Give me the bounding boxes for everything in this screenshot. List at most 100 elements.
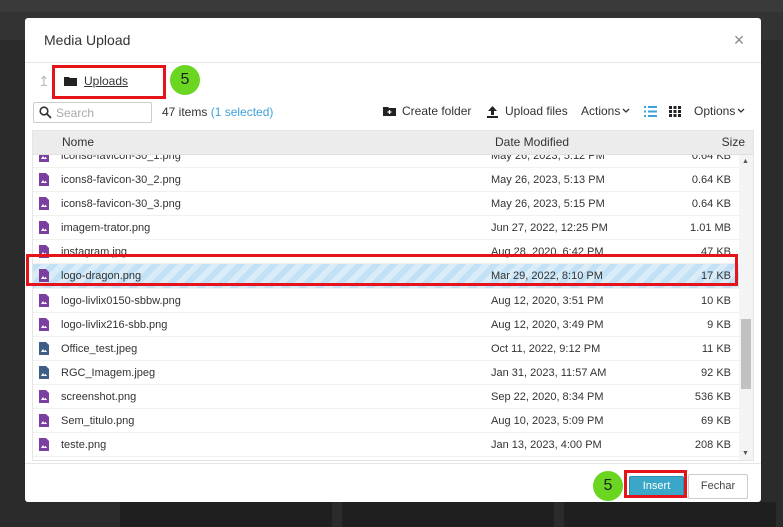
file-date-modified: May 26, 2023, 5:12 PM [491, 155, 605, 162]
file-date-modified: Jan 13, 2023, 4:00 PM [491, 439, 602, 452]
column-size[interactable]: Size [722, 135, 745, 149]
fechar-button[interactable]: Fechar [688, 474, 748, 499]
image-file-icon [39, 414, 49, 428]
file-date-modified: Aug 12, 2020, 3:51 PM [491, 294, 604, 307]
file-list: Nome Date Modified Size icons8-favicon-3… [32, 130, 754, 461]
file-size: 92 KB [701, 366, 731, 379]
create-folder-button[interactable]: Create folder [383, 104, 471, 118]
image-file-icon [39, 341, 49, 355]
highlight-box [52, 65, 166, 99]
search-box[interactable] [33, 102, 152, 123]
file-date-modified: Sep 22, 2020, 8:34 PM [491, 390, 604, 403]
file-name: screenshot.png [61, 390, 137, 403]
background-panel [564, 502, 776, 527]
file-size: 0.64 KB [691, 174, 731, 187]
background-panel [342, 502, 554, 527]
list-view-icon[interactable] [644, 106, 657, 117]
selected-count-label: (1 selected) [210, 105, 274, 119]
file-row[interactable]: RGC_Imagem.jpeg Jan 31, 2023, 11:57 AM 92 … [33, 361, 739, 385]
file-row[interactable]: Office_test.jpeg Oct 11, 2022, 9:12 PM 11 … [33, 337, 739, 361]
step-badge: 5 [593, 471, 623, 501]
image-file-icon [39, 155, 49, 162]
file-name: icons8-favicon-30_2.png [61, 174, 181, 187]
background-panel [120, 502, 332, 527]
file-rows-inner: icons8-favicon-30_1.png May 26, 2023, 5:1… [33, 155, 739, 460]
search-icon [39, 106, 52, 119]
scrollbar[interactable]: ▲ ▼ [739, 155, 753, 460]
new-folder-icon [383, 107, 396, 116]
media-upload-dialog: Media Upload × ↥ Uploads 5 47 items (1 s… [25, 18, 761, 502]
file-size: 208 KB [694, 439, 731, 452]
image-file-icon [39, 317, 49, 331]
column-date-modified[interactable]: Date Modified [495, 135, 569, 149]
highlight-box [624, 470, 687, 498]
file-name: teste.png [61, 439, 107, 452]
step-badge: 5 [170, 65, 200, 95]
file-size: 0.64 KB [691, 198, 731, 211]
upload-files-label: Upload files [505, 104, 568, 118]
image-file-icon [39, 438, 49, 452]
options-dropdown[interactable]: Options [694, 104, 745, 118]
file-date-modified: Aug 12, 2020, 3:49 PM [491, 318, 604, 331]
grid-view-icon[interactable] [669, 106, 681, 117]
file-date-modified: Oct 11, 2022, 9:12 PM [491, 342, 601, 355]
file-name: Office_test.jpeg [61, 342, 138, 355]
file-name: Sem_titulo.png [61, 415, 135, 428]
dialog-header: Media Upload × [25, 18, 761, 63]
chevron-down-icon [737, 108, 745, 113]
file-date-modified: Aug 10, 2023, 5:09 PM [491, 415, 604, 428]
chevron-down-icon [622, 108, 630, 113]
file-size: 0.64 KB [691, 155, 731, 162]
up-folder-icon[interactable]: ↥ [38, 73, 50, 90]
image-file-icon [39, 389, 49, 403]
highlight-box [26, 254, 738, 286]
scroll-down-icon[interactable]: ▼ [742, 450, 749, 457]
item-count: 47 items (1 selected) [162, 105, 273, 119]
scroll-up-icon[interactable]: ▲ [742, 158, 749, 165]
file-row[interactable]: Sem_titulo.png Aug 10, 2023, 5:09 PM 69 KB [33, 409, 739, 434]
actions-dropdown[interactable]: Actions [581, 104, 630, 118]
file-name: RGC_Imagem.jpeg [61, 366, 156, 379]
file-row[interactable]: icons8-favicon-30_2.png May 26, 2023, 5:1… [33, 168, 739, 193]
file-date-modified: May 26, 2023, 5:15 PM [491, 198, 605, 211]
file-row[interactable]: screenshot.png Sep 22, 2020, 8:34 PM 536 K… [33, 385, 739, 410]
actions-label: Actions [581, 104, 621, 118]
file-size: 536 KB [694, 390, 731, 403]
file-row[interactable]: logo-livlix216-sbb.png Aug 12, 2020, 3:49… [33, 313, 739, 337]
file-row[interactable] [33, 457, 739, 460]
search-input[interactable] [56, 105, 148, 120]
file-date-modified: Jun 27, 2022, 12:25 PM [491, 222, 608, 235]
file-rows: icons8-favicon-30_1.png May 26, 2023, 5:1… [33, 155, 739, 460]
file-name: imagem-trator.png [61, 222, 151, 235]
file-row[interactable]: teste.png Jan 13, 2023, 4:00 PM 208 KB [33, 433, 739, 458]
background-top-bar [0, 0, 783, 12]
file-size: 9 KB [707, 318, 731, 331]
file-list-header: Nome Date Modified Size [33, 131, 753, 155]
file-size: 10 KB [701, 294, 731, 307]
upload-files-button[interactable]: Upload files [486, 104, 568, 118]
image-file-icon [39, 365, 49, 379]
create-folder-label: Create folder [402, 104, 472, 118]
file-row[interactable]: icons8-favicon-30_1.png May 26, 2023, 5:1… [33, 155, 739, 169]
toolbar: 47 items (1 selected) Create folder Uplo… [25, 102, 761, 126]
file-name: logo-livlix216-sbb.png [61, 318, 168, 331]
close-icon[interactable]: × [731, 30, 747, 51]
scrollbar-thumb[interactable] [741, 319, 751, 389]
file-row[interactable]: imagem-trator.png Jun 27, 2022, 12:25 PM 1… [33, 216, 739, 241]
file-row[interactable]: logo-livlix0150-sbbw.png Aug 12, 2020, 3:… [33, 289, 739, 313]
dialog-title: Media Upload [44, 32, 131, 48]
column-name[interactable]: Nome [62, 135, 94, 149]
image-file-icon [39, 173, 49, 187]
image-file-icon [39, 221, 49, 235]
file-size: 69 KB [701, 415, 731, 428]
upload-icon [487, 105, 498, 118]
file-date-modified: Jan 31, 2023, 11:57 AM [491, 366, 607, 379]
file-name: logo-livlix0150-sbbw.png [61, 294, 181, 307]
file-row[interactable]: icons8-favicon-30_3.png May 26, 2023, 5:1… [33, 192, 739, 217]
image-file-icon [39, 293, 49, 307]
image-file-icon [39, 197, 49, 211]
file-size: 11 KB [701, 342, 731, 355]
options-label: Options [694, 104, 736, 118]
file-date-modified: May 26, 2023, 5:13 PM [491, 174, 605, 187]
file-name: icons8-favicon-30_3.png [61, 198, 181, 211]
